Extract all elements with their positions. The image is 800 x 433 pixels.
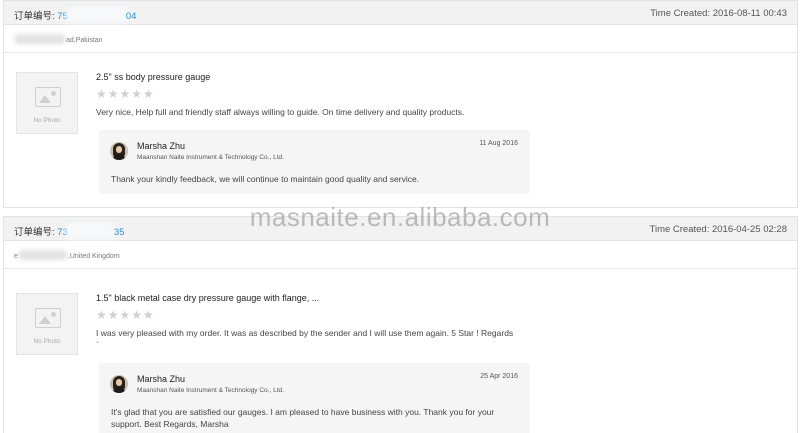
buyer-location: ad,Pakistan xyxy=(14,34,103,44)
order-number-prefix[interactable]: 75 xyxy=(57,11,68,22)
product-title[interactable]: 1.5" black metal case dry pressure gauge… xyxy=(96,293,319,303)
blurred-name xyxy=(14,34,66,44)
reply-text: It's glad that you are satisfied our gau… xyxy=(111,407,495,429)
time-created: Time Created: 2016-08-11 00:43 xyxy=(650,8,787,19)
buyer-location-text: ,United Kingdom xyxy=(67,253,120,260)
order-number: 订单编号: 73 35 xyxy=(14,224,124,238)
buyer-info: e ,United Kingdom xyxy=(4,241,797,269)
order-card: 订单编号: 75 04 Time Created: 2016-08-11 00:4… xyxy=(3,0,798,208)
reply-text: Thank your kindly feedback, we will cont… xyxy=(111,174,420,184)
avatar xyxy=(110,142,128,160)
buyer-feedback: Very nice, Help full and friendly staff … xyxy=(96,107,465,117)
image-placeholder-icon xyxy=(35,308,61,328)
order-number-value[interactable]: 75 04 xyxy=(57,10,137,22)
no-photo-label: No Photo xyxy=(33,338,61,345)
reply-date: 11 Aug 2016 xyxy=(479,140,518,147)
blurred-name xyxy=(17,250,68,260)
time-created: Time Created: 2016-04-25 02:28 xyxy=(649,224,787,235)
masked-region xyxy=(68,10,125,21)
image-placeholder-icon xyxy=(35,87,61,107)
buyer-location-text: ad,Pakistan xyxy=(66,37,103,44)
reply-date: 25 Apr 2016 xyxy=(480,373,518,380)
rating-stars: ★★★★★ xyxy=(96,87,155,101)
order-number-suffix[interactable]: 35 xyxy=(114,227,125,238)
buyer-location: e ,United Kingdom xyxy=(14,250,120,260)
masked-region xyxy=(68,226,113,237)
no-photo-label: No Photo xyxy=(33,117,61,124)
order-number-value[interactable]: 73 35 xyxy=(57,226,125,238)
order-header: 订单编号: 73 35 Time Created: 2016-04-25 02:2… xyxy=(4,217,797,241)
avatar xyxy=(110,375,128,393)
reply-company: Maanshan Naite Instrument & Technology C… xyxy=(137,154,284,161)
buyer-feedback: I was very pleased with my order. It was… xyxy=(96,328,514,350)
order-number-label: 订单编号: xyxy=(14,11,55,22)
product-thumbnail[interactable]: No Photo xyxy=(16,72,78,134)
order-number-label: 订单编号: xyxy=(14,227,55,238)
seller-reply: Marsha Zhu Maanshan Naite Instrument & T… xyxy=(99,363,530,433)
order-number-suffix[interactable]: 04 xyxy=(126,11,137,22)
product-title[interactable]: 2.5" ss body pressure gauge xyxy=(96,72,210,82)
rating-stars: ★★★★★ xyxy=(96,308,155,322)
reply-author-name: Marsha Zhu xyxy=(137,141,186,151)
order-card: 订单编号: 73 35 Time Created: 2016-04-25 02:2… xyxy=(3,216,798,433)
order-number-prefix[interactable]: 73 xyxy=(57,227,68,238)
reply-author-name: Marsha Zhu xyxy=(137,374,186,384)
buyer-info: ad,Pakistan xyxy=(4,25,797,53)
product-thumbnail[interactable]: No Photo xyxy=(16,293,78,355)
reply-company: Maanshan Naite Instrument & Technology C… xyxy=(137,387,284,394)
order-header: 订单编号: 75 04 Time Created: 2016-08-11 00:4… xyxy=(4,1,797,25)
order-number: 订单编号: 75 04 xyxy=(14,8,136,22)
seller-reply: Marsha Zhu Maanshan Naite Instrument & T… xyxy=(99,130,530,194)
